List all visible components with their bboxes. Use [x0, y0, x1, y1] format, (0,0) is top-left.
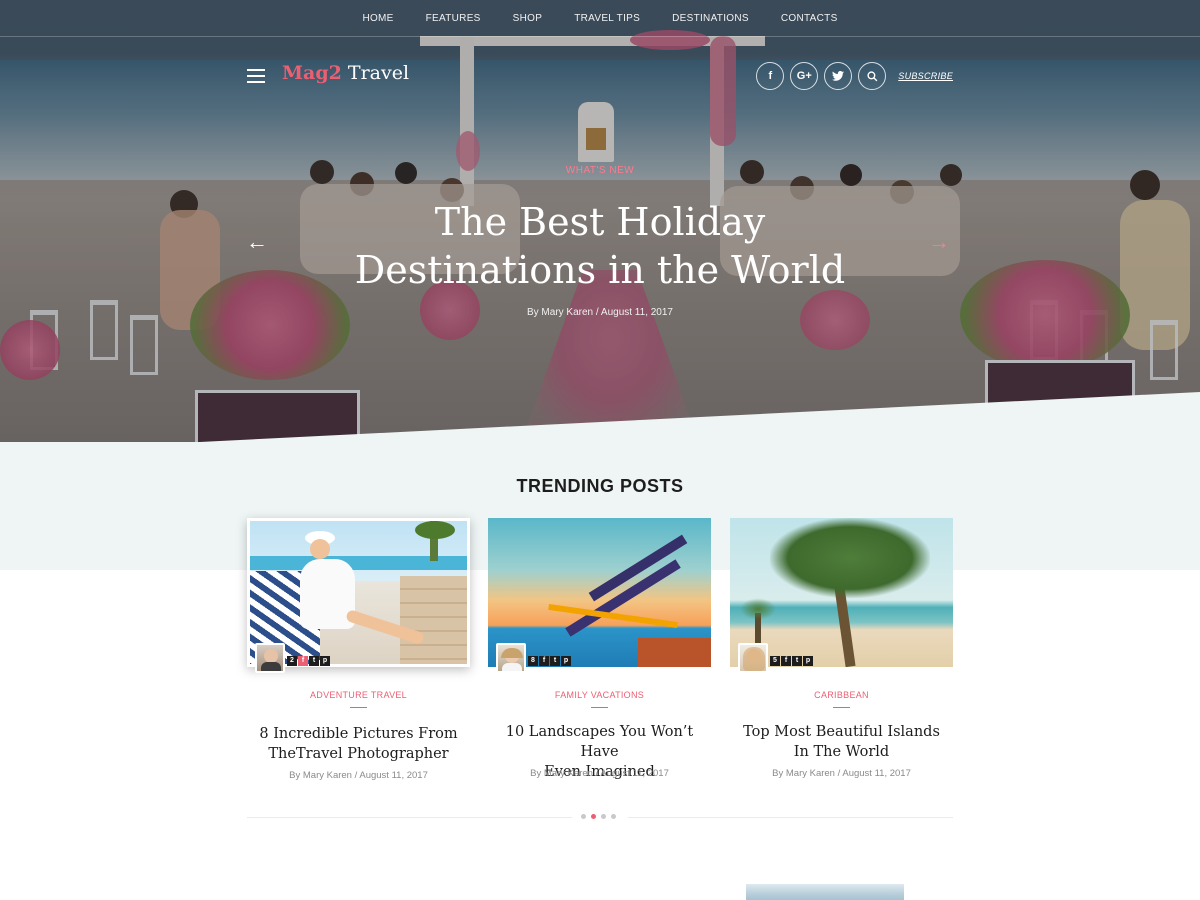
twitter-icon[interactable]: t [792, 656, 802, 666]
post-title[interactable]: Top Most Beautiful Islands In The World [730, 722, 953, 762]
pinterest-icon[interactable]: p [803, 656, 813, 666]
nav-features[interactable]: FEATURES [410, 13, 497, 24]
post-meta: By Mary Karen / August 11, 2017 [772, 768, 911, 779]
menu-icon[interactable] [247, 69, 265, 83]
twitter-icon[interactable]: t [309, 656, 319, 666]
share-count: 5 [770, 656, 780, 666]
hero-title[interactable]: The Best Holiday Destinations in the Wor… [0, 198, 1200, 294]
hero-title-line1: The Best Holiday [434, 200, 766, 244]
next-section-image-preview [746, 884, 904, 900]
facebook-icon[interactable]: f [539, 656, 549, 666]
post-meta: By Mary Karen / August 11, 2017 [530, 768, 669, 779]
brand-bar: Mag2 Travel f G+ SUBSCRIBE [247, 62, 953, 92]
divider-right [628, 817, 953, 818]
post-category[interactable]: FAMILY VACATIONS [488, 690, 711, 700]
social-links: f G+ SUBSCRIBE [756, 62, 953, 90]
pinterest-icon[interactable]: p [561, 656, 571, 666]
author-avatar[interactable] [255, 643, 285, 673]
post-title[interactable]: 8 Incredible Pictures From TheTravel Pho… [247, 724, 470, 764]
top-navigation: HOME FEATURES SHOP TRAVEL TIPS DESTINATI… [0, 0, 1200, 37]
google-plus-icon[interactable]: G+ [790, 62, 819, 90]
author-avatar[interactable] [738, 643, 768, 673]
trending-heading: TRENDING POSTS [516, 476, 684, 496]
share-count: 2 [287, 656, 297, 666]
post-meta: By Mary Karen / August 11, 2017 [289, 770, 428, 781]
nav-home[interactable]: HOME [346, 13, 409, 24]
author-avatar[interactable] [496, 643, 526, 673]
prev-arrow-icon[interactable]: ← [246, 231, 272, 253]
nav-shop[interactable]: SHOP [497, 13, 559, 24]
hero-kicker[interactable]: WHAT'S NEW [0, 165, 1200, 176]
hero-title-line2: Destinations in the World [354, 248, 846, 292]
twitter-icon[interactable] [824, 62, 853, 90]
share-icons: 8 f t p [528, 656, 571, 666]
twitter-icon[interactable]: t [550, 656, 560, 666]
pagination-dot[interactable] [581, 814, 586, 819]
pagination-dot[interactable] [611, 814, 616, 819]
share-count: 8 [528, 656, 538, 666]
facebook-icon[interactable]: f [756, 62, 785, 90]
subscribe-link[interactable]: SUBSCRIBE [898, 71, 953, 81]
site-logo[interactable]: Mag2 Travel [282, 62, 409, 84]
pagination-dot[interactable] [601, 814, 606, 819]
carousel-pagination [581, 814, 616, 819]
hero-meta: By Mary Karen / August 11, 2017 [526, 307, 673, 318]
divider-left [247, 817, 572, 818]
share-icons: 5 f t p [770, 656, 813, 666]
share-icons: 2 f t p [287, 656, 330, 666]
logo-travel: Travel [341, 62, 410, 84]
post-category[interactable]: CARIBBEAN [730, 690, 953, 700]
next-arrow-icon[interactable]: → [928, 231, 954, 253]
facebook-icon[interactable]: f [781, 656, 791, 666]
facebook-icon[interactable]: f [298, 656, 308, 666]
search-icon[interactable] [858, 62, 887, 90]
pagination-dot-active[interactable] [591, 814, 596, 819]
logo-mag2: Mag2 [282, 62, 342, 84]
nav-travel-tips[interactable]: TRAVEL TIPS [558, 13, 656, 24]
nav-destinations[interactable]: DESTINATIONS [656, 13, 765, 24]
post-category[interactable]: ADVENTURE TRAVEL [247, 690, 470, 700]
hero-slider: HOME FEATURES SHOP TRAVEL TIPS DESTINATI… [0, 0, 1200, 442]
nav-contacts[interactable]: CONTACTS [765, 13, 854, 24]
pinterest-icon[interactable]: p [320, 656, 330, 666]
